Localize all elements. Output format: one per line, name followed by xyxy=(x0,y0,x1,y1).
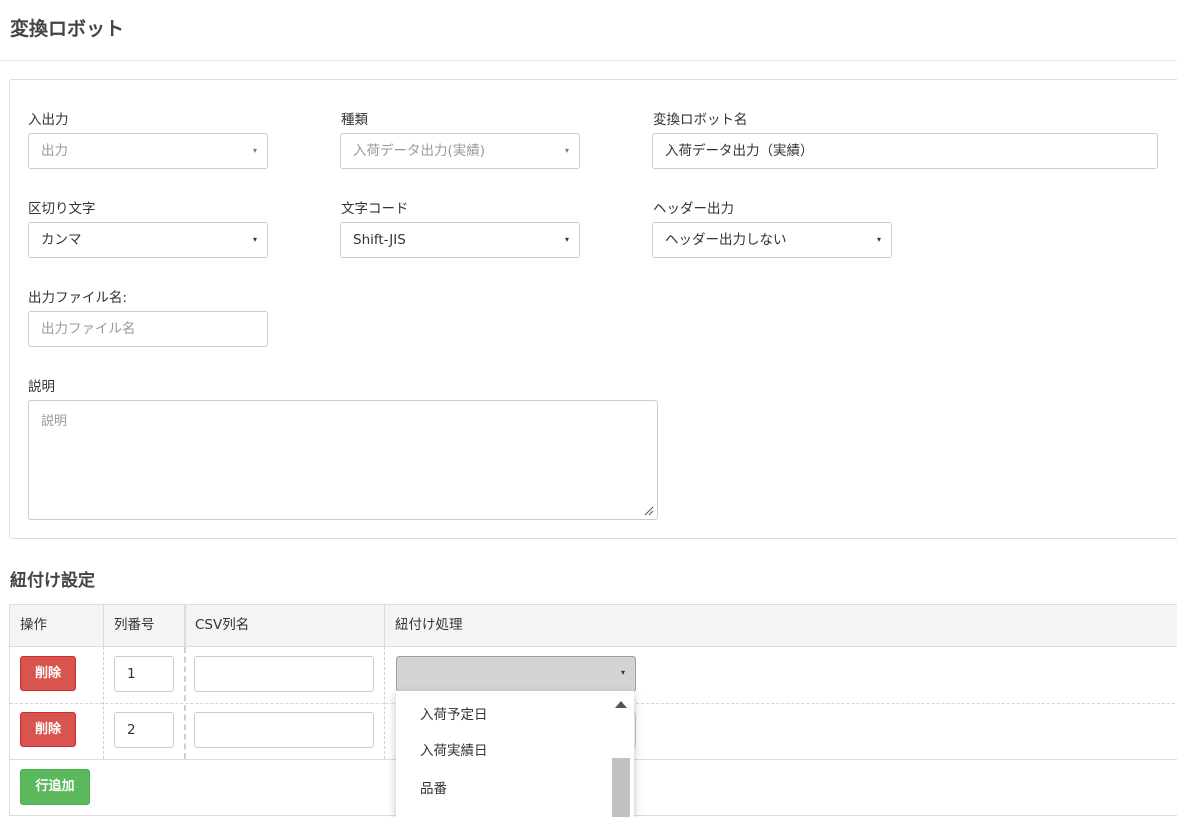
col-divider xyxy=(384,605,385,647)
kind-select: 入荷データ出力(実績) ▾ xyxy=(340,133,580,169)
scrollbar-thumb[interactable] xyxy=(612,758,630,817)
header-column-number: 列番号 xyxy=(114,617,155,633)
dropdown-option[interactable]: 入荷予定日 xyxy=(420,703,488,723)
delimiter-select[interactable]: カンマ ▾ xyxy=(28,222,268,258)
description-textarea[interactable]: 説明 xyxy=(28,400,658,520)
chevron-down-icon: ▾ xyxy=(564,235,569,244)
mapping-section-title: 紐付け設定 xyxy=(10,571,95,591)
chevron-down-icon: ▾ xyxy=(564,146,569,155)
col-divider xyxy=(184,605,186,647)
header-output-select-value: ヘッダー出力しない xyxy=(665,232,787,248)
chevron-down-icon: ▾ xyxy=(252,235,257,244)
io-select-value: 出力 xyxy=(41,143,68,159)
header-mapping-process: 紐付け処理 xyxy=(395,617,463,633)
charset-select[interactable]: Shift-JIS ▾ xyxy=(340,222,580,258)
header-operation: 操作 xyxy=(20,617,47,633)
io-select: 出力 ▾ xyxy=(28,133,268,169)
output-file-input[interactable]: 出力ファイル名 xyxy=(28,311,268,347)
add-row-button[interactable]: 行追加 xyxy=(20,769,90,805)
csv-column-name-input[interactable] xyxy=(194,656,374,692)
output-file-placeholder: 出力ファイル名 xyxy=(41,321,136,337)
resize-grip-icon[interactable] xyxy=(644,506,654,516)
dropdown-scrollbar[interactable] xyxy=(610,691,632,817)
header-csv-column-name: CSV列名 xyxy=(195,617,250,633)
kind-label: 種類 xyxy=(341,112,368,128)
output-file-label: 出力ファイル名: xyxy=(28,290,128,306)
delete-button[interactable]: 削除 xyxy=(20,712,76,747)
robot-name-input[interactable]: 入荷データ出力（実績） xyxy=(652,133,1158,169)
title-divider xyxy=(0,60,1177,61)
mapping-process-select[interactable]: ▾ xyxy=(396,656,636,692)
delimiter-select-value: カンマ xyxy=(41,232,82,248)
robot-name-label: 変換ロボット名 xyxy=(653,112,748,128)
column-number-input[interactable]: 2 xyxy=(114,712,174,748)
header-output-select[interactable]: ヘッダー出力しない ▾ xyxy=(652,222,892,258)
mapping-process-dropdown: 入荷予定日 入荷実績日 品番 xyxy=(396,691,634,817)
dropdown-option[interactable]: 入荷実績日 xyxy=(420,739,488,759)
header-output-label: ヘッダー出力 xyxy=(653,201,734,217)
chevron-down-icon: ▾ xyxy=(876,235,881,244)
delete-button[interactable]: 削除 xyxy=(20,656,76,691)
io-label: 入出力 xyxy=(28,112,69,128)
scroll-up-arrow-icon[interactable] xyxy=(615,701,627,708)
charset-label: 文字コード xyxy=(341,201,409,217)
column-number-input[interactable]: 1 xyxy=(114,656,174,692)
chevron-down-icon: ▾ xyxy=(252,146,257,155)
delimiter-label: 区切り文字 xyxy=(28,201,96,217)
robot-name-value: 入荷データ出力（実績） xyxy=(665,143,814,159)
description-label: 説明 xyxy=(28,379,55,395)
chevron-down-icon: ▾ xyxy=(620,668,625,677)
kind-select-value: 入荷データ出力(実績) xyxy=(353,143,486,159)
description-placeholder: 説明 xyxy=(41,414,68,429)
charset-select-value: Shift-JIS xyxy=(353,232,406,248)
page-title: 変換ロボット xyxy=(10,18,125,40)
dropdown-option[interactable]: 品番 xyxy=(420,777,447,797)
col-divider xyxy=(103,605,104,647)
csv-column-name-input[interactable] xyxy=(194,712,374,748)
